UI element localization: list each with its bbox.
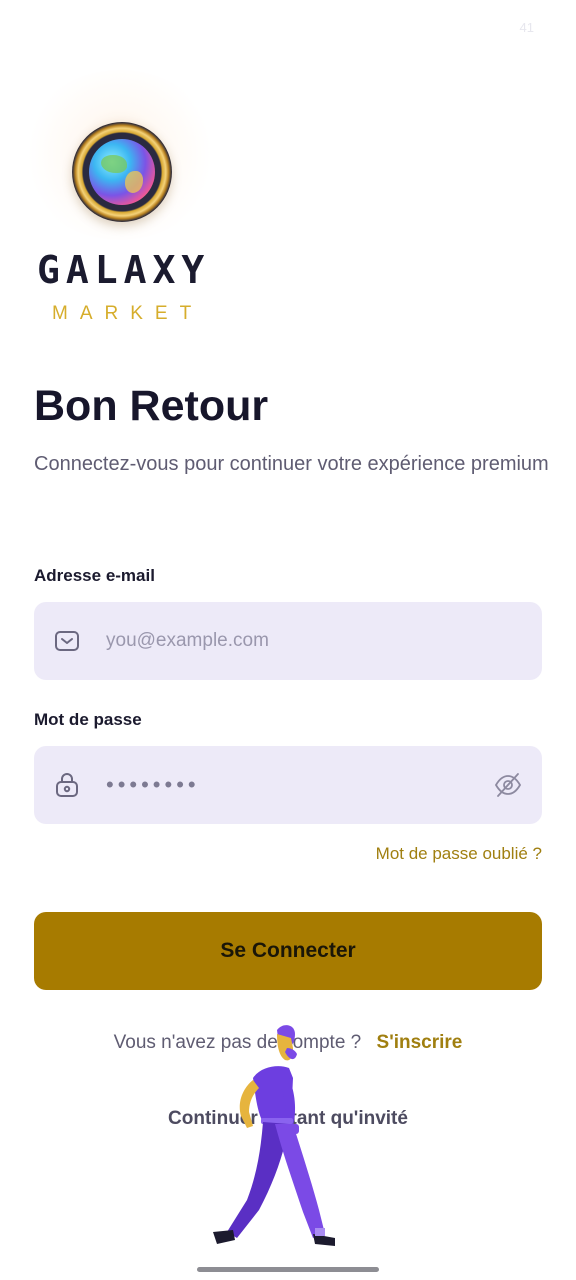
globe-icon — [89, 139, 155, 205]
globe-logo-icon — [72, 122, 172, 222]
page-title: Bon Retour — [34, 382, 269, 430]
mail-icon — [55, 631, 79, 651]
page-subtitle: Connectez-vous pour continuer votre expé… — [34, 453, 549, 475]
walking-person-illustration — [213, 1025, 335, 1246]
forgot-password-link[interactable]: Mot de passe oublié ? — [376, 844, 542, 864]
brand-logo — [20, 70, 220, 240]
password-field[interactable]: •••••••• — [34, 746, 542, 824]
email-label: Adresse e-mail — [34, 566, 155, 585]
password-input[interactable]: •••••••• — [106, 746, 486, 824]
status-number: 41 — [519, 20, 534, 35]
lock-icon — [56, 773, 78, 797]
home-indicator[interactable] — [197, 1267, 379, 1272]
password-label: Mot de passe — [34, 710, 142, 729]
email-field[interactable] — [34, 602, 542, 680]
login-button[interactable]: Se Connecter — [34, 912, 542, 990]
brand-subtitle: MARKET — [52, 303, 204, 324]
eye-off-icon[interactable] — [494, 772, 522, 798]
signup-link[interactable]: S'inscrire — [377, 1032, 463, 1053]
email-input[interactable] — [106, 602, 486, 680]
brand-title: GALAXY — [37, 248, 211, 292]
